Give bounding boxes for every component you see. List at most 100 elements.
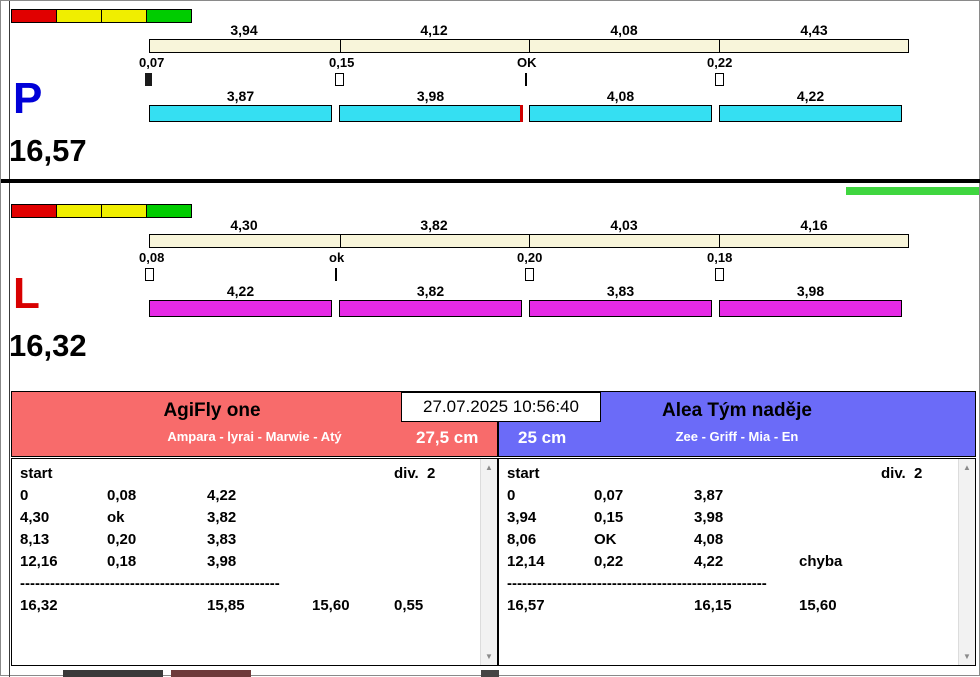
scroll-up-icon[interactable]: ▲ (959, 459, 975, 476)
datetime-display: 27.07.2025 10:56:40 (401, 392, 601, 422)
result-row: 8,06 OK 4,08 (507, 529, 957, 551)
cell (799, 507, 881, 529)
green-progress-bar (846, 187, 979, 195)
segment-times-row: 3,94 4,12 4,08 4,43 (149, 22, 909, 38)
cell: 4,22 (207, 487, 237, 504)
dog-times-row: 4,22 3,82 3,83 3,98 (149, 283, 916, 299)
traffic-light-strip (11, 204, 192, 218)
traffic-light-strip (11, 9, 192, 23)
cell: 3,82 (207, 509, 237, 526)
dog-bar (149, 300, 332, 317)
exchange-marker-icon (145, 73, 152, 86)
cell-empty (107, 595, 207, 617)
timeline-tick (718, 235, 720, 247)
vertical-scrollbar[interactable]: ▲ ▼ (958, 459, 975, 665)
result-row: 0 0,08 4,22 (20, 485, 479, 507)
strip-red-cell (11, 9, 57, 23)
jump-height-right: 25 cm (518, 428, 567, 447)
dog-bar (719, 105, 902, 122)
col-start-label: start (20, 465, 53, 482)
result-panel-right: start div. 2 0 0,07 3,87 3,94 0,15 3,98 … (498, 458, 976, 666)
dog-time: 3,83 (606, 283, 635, 299)
vertical-scrollbar[interactable]: ▲ ▼ (480, 459, 497, 665)
cell-empty (312, 463, 394, 485)
cell (312, 485, 394, 507)
segment-time: 4,08 (610, 22, 638, 38)
exchange-time-label: ok (329, 250, 345, 265)
exchange-marker-icon (525, 268, 534, 281)
segment-time: 3,82 (420, 217, 448, 233)
cell-empty (799, 463, 881, 485)
team-members: Zee - Griff - Mia - En (675, 429, 799, 444)
result-totals-row: 16,57 16,15 15,60 (507, 595, 957, 617)
segment-timeline-bar (149, 39, 909, 53)
segment-time: 4,43 (800, 22, 828, 38)
dog-bars-row (149, 300, 902, 317)
strip-yellow-cell-1 (56, 204, 102, 218)
clean-time: 15,85 (207, 597, 245, 614)
best-time: 15,60 (799, 597, 837, 614)
strip-red-cell (11, 204, 57, 218)
cell: OK (594, 531, 617, 548)
lane-total-time: 16,57 (9, 133, 87, 168)
result-row: 12,14 0,22 4,22 chyba (507, 551, 957, 573)
separator-line: ----------------------------------------… (507, 575, 767, 592)
cell-empty (594, 595, 694, 617)
dog-time: 3,87 (226, 88, 255, 104)
exchange-time-label: 0,18 (707, 250, 733, 265)
cell-empty (107, 463, 207, 485)
jump-height-left: 27,5 cm (416, 428, 479, 447)
cell: 0 (20, 487, 29, 504)
total-time: 16,57 (507, 597, 545, 614)
clean-time: 16,15 (694, 597, 732, 614)
strip-yellow-cell-1 (56, 9, 102, 23)
result-row: 0 0,07 3,87 (507, 485, 957, 507)
scroll-up-icon[interactable]: ▲ (481, 459, 497, 476)
segment-time: 4,30 (230, 217, 258, 233)
col-start-label: start (507, 465, 540, 482)
scroll-down-icon[interactable]: ▼ (959, 648, 975, 665)
timeline-tick (339, 40, 341, 52)
cell-empty (207, 463, 312, 485)
strip-green-cell (146, 9, 192, 23)
cell: 0 (507, 487, 516, 504)
dog-bars-row (149, 105, 902, 122)
segment-time: 4,12 (420, 22, 448, 38)
segment-time: 3,94 (230, 22, 258, 38)
timeline-tick (339, 235, 341, 247)
cell: 12,16 (20, 553, 58, 570)
lane-total-time: 16,32 (9, 328, 87, 363)
exchange-marker-icon (715, 73, 724, 86)
timeline-tick (718, 40, 720, 52)
diff-time (881, 595, 957, 617)
lane-letter: L (13, 269, 40, 318)
exchange-marker-icon (715, 268, 724, 281)
dog-bar (339, 105, 522, 122)
result-header-row: start div. 2 (507, 463, 957, 485)
dog-time: 4,22 (226, 283, 255, 299)
result-table: start div. 2 0 0,08 4,22 4,30 ok 3,82 8,… (20, 463, 479, 617)
dog-time: 4,08 (606, 88, 635, 104)
cell: 0,20 (107, 531, 137, 548)
cell (799, 485, 881, 507)
result-row: 12,16 0,18 3,98 (20, 551, 479, 573)
best-time: 15,60 (312, 597, 350, 614)
strip-yellow-cell-2 (101, 9, 147, 23)
cell (312, 551, 394, 573)
cell: 8,13 (20, 531, 50, 548)
result-totals-row: 16,32 15,85 15,60 0,55 (20, 595, 479, 617)
cell: 12,14 (507, 553, 545, 570)
dog-time: 3,98 (416, 88, 445, 104)
segment-time: 4,16 (800, 217, 828, 233)
cell: 0,15 (594, 509, 624, 526)
exchange-time-label: 0,08 (139, 250, 165, 265)
strip-green-cell (146, 204, 192, 218)
cell: 0,07 (594, 487, 624, 504)
cell: 8,06 (507, 531, 537, 548)
dog-bar (719, 300, 902, 317)
exchange-time-label: 0,20 (517, 250, 543, 265)
cell: 3,87 (694, 487, 724, 504)
scroll-down-icon[interactable]: ▼ (481, 648, 497, 665)
exchange-time-label: 0,07 (139, 55, 165, 70)
dog-times-row: 3,87 3,98 4,08 4,22 (149, 88, 916, 104)
